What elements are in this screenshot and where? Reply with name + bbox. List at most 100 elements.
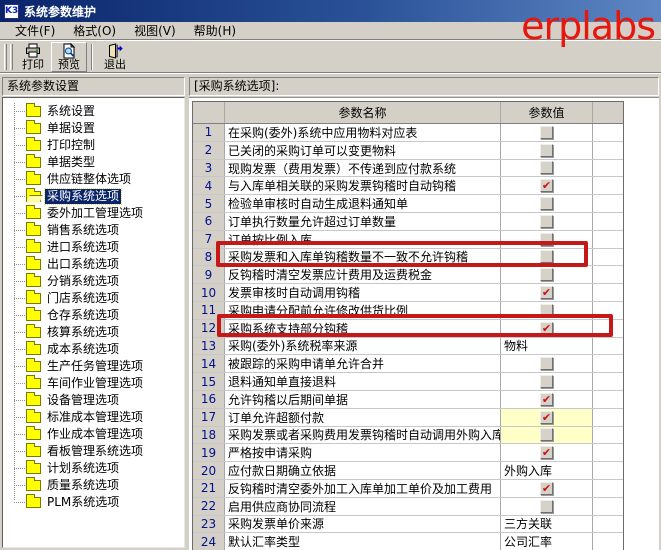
sidebar-tree-item[interactable]: 委外加工管理选项 (3, 205, 184, 222)
param-name-cell: 采购(委外)系统税率来源 (225, 337, 501, 355)
toolbar-gripper[interactable] (10, 43, 13, 70)
tree-connector (14, 196, 25, 197)
sidebar-tree-item[interactable]: PLM系统选项 (3, 494, 184, 511)
checkbox[interactable] (540, 375, 553, 389)
checkbox[interactable] (540, 161, 553, 175)
checkbox[interactable] (540, 286, 553, 300)
sidebar-tree-item[interactable]: 采购系统选项 (3, 188, 184, 205)
sidebar-tree: 系统设置 单据设置 打印控制 单据类型 供应链整体选项 采购系统选项 委外加工管… (3, 98, 184, 511)
col-header-value[interactable]: 参数值 (501, 102, 593, 123)
param-value-cell[interactable] (501, 479, 593, 497)
param-value-cell[interactable]: 外购入库 (501, 462, 593, 479)
param-value-cell[interactable] (501, 230, 593, 248)
param-value-cell[interactable] (501, 159, 593, 177)
col-header-name[interactable]: 参数名称 (225, 102, 501, 123)
sidebar-tree-item[interactable]: 供应链整体选项 (3, 171, 184, 188)
param-value-cell[interactable] (501, 248, 593, 266)
sidebar-tree-item[interactable]: 计划系统选项 (3, 460, 184, 477)
param-value-cell[interactable]: 公司汇率 (501, 533, 593, 550)
param-value-cell[interactable]: 物料 (501, 337, 593, 355)
sidebar-tree-item[interactable]: 看板管理系统选项 (3, 443, 184, 460)
param-value-cell[interactable] (501, 124, 593, 141)
checkbox[interactable] (540, 446, 553, 460)
sidebar-tree-item[interactable]: 门店系统选项 (3, 290, 184, 307)
row-number-cell: 18 (193, 426, 225, 444)
row-extra-cell (593, 444, 623, 461)
sidebar-tree-item[interactable]: 标准成本管理选项 (3, 409, 184, 426)
checkbox[interactable] (540, 197, 553, 211)
checkbox[interactable] (540, 428, 553, 442)
tree-item-label: 车间作业管理选项 (47, 376, 144, 390)
param-value-cell[interactable] (501, 195, 593, 212)
sidebar-tree-item[interactable]: 生产任务管理选项 (3, 358, 184, 375)
tree-item-label: 仓存系统选项 (47, 308, 120, 322)
checkbox[interactable] (540, 357, 553, 371)
folder-icon (26, 341, 41, 355)
sidebar-tree-item[interactable]: 系统设置 (3, 103, 184, 120)
param-value-cell[interactable] (501, 212, 593, 230)
tree-connector (14, 247, 25, 248)
preview-button[interactable]: 预览 (51, 41, 87, 72)
param-name-cell: 允许钩稽以后期间单据 (225, 390, 501, 408)
param-value-cell[interactable] (501, 497, 593, 515)
sidebar-tree-item[interactable]: 单据设置 (3, 120, 184, 137)
folder-icon (26, 103, 41, 117)
param-value-cell[interactable] (501, 266, 593, 284)
sidebar-tree-item[interactable]: 销售系统选项 (3, 222, 184, 239)
tree-connector (14, 179, 25, 180)
table-row: 18 采购发票或者采购费用发票钩稽时自动调用外购入库 (193, 426, 623, 445)
menu-format[interactable]: 格式(O) (64, 23, 125, 39)
exit-button[interactable]: 退出 (97, 42, 133, 72)
param-value-cell[interactable] (501, 444, 593, 462)
checkbox[interactable] (540, 303, 553, 317)
table-row: 16 允许钩稽以后期间单据 (193, 390, 623, 409)
sidebar-tree-item[interactable]: 进口系统选项 (3, 239, 184, 256)
title-bar: K3 系统参数维护 (0, 0, 661, 22)
sidebar-tree-item[interactable]: 出口系统选项 (3, 256, 184, 273)
checkbox[interactable] (540, 392, 553, 406)
checkbox[interactable] (540, 268, 553, 282)
sidebar-tree-item[interactable]: 打印控制 (3, 137, 184, 154)
checkbox[interactable] (540, 321, 553, 335)
sidebar-tree-item[interactable]: 设备管理选项 (3, 392, 184, 409)
tree-connector (14, 111, 25, 112)
checkbox[interactable] (540, 250, 553, 264)
sidebar-tree-item[interactable]: 分销系统选项 (3, 273, 184, 290)
menu-help[interactable]: 帮助(H) (185, 23, 245, 39)
param-value-cell[interactable] (501, 177, 593, 195)
param-value-cell[interactable] (501, 373, 593, 390)
param-value-cell[interactable] (501, 390, 593, 408)
tree-connector (14, 162, 25, 163)
checkbox[interactable] (540, 214, 553, 228)
checkbox[interactable] (540, 232, 553, 246)
toolbar-gripper[interactable] (4, 43, 7, 70)
sidebar-tree-item[interactable]: 作业成本管理选项 (3, 426, 184, 443)
checkbox[interactable] (540, 179, 553, 193)
param-value-cell[interactable] (501, 319, 593, 337)
menu-view[interactable]: 视图(V) (125, 23, 185, 39)
checkbox[interactable] (540, 481, 553, 495)
sidebar-tree-item[interactable]: 核算系统选项 (3, 324, 184, 341)
sidebar-tree-item[interactable]: 成本系统选项 (3, 341, 184, 358)
tree-item-label: 生产任务管理选项 (47, 359, 144, 373)
param-value-cell[interactable] (501, 408, 593, 426)
menu-file[interactable]: 文件(F) (6, 23, 64, 39)
param-value-cell[interactable]: 三方关联 (501, 515, 593, 533)
sidebar-tree-item[interactable]: 车间作业管理选项 (3, 375, 184, 392)
print-button[interactable]: 打印 (15, 42, 51, 72)
sidebar-tree-item[interactable]: 单据类型 (3, 154, 184, 171)
param-value-cell[interactable] (501, 284, 593, 301)
tree-item-label: 核算系统选项 (47, 325, 120, 339)
checkbox[interactable] (540, 143, 553, 157)
param-value-cell[interactable] (501, 301, 593, 319)
param-value-cell[interactable] (501, 141, 593, 159)
param-value-cell[interactable] (501, 355, 593, 373)
checkbox[interactable] (540, 410, 553, 424)
checkbox[interactable] (540, 499, 553, 513)
table-row: 19 严格按申请采购 (193, 444, 623, 463)
param-value-cell[interactable] (501, 426, 593, 444)
checkbox[interactable] (540, 125, 553, 139)
tree-connector (14, 400, 25, 401)
sidebar-tree-item[interactable]: 质量系统选项 (3, 477, 184, 494)
sidebar-tree-item[interactable]: 仓存系统选项 (3, 307, 184, 324)
